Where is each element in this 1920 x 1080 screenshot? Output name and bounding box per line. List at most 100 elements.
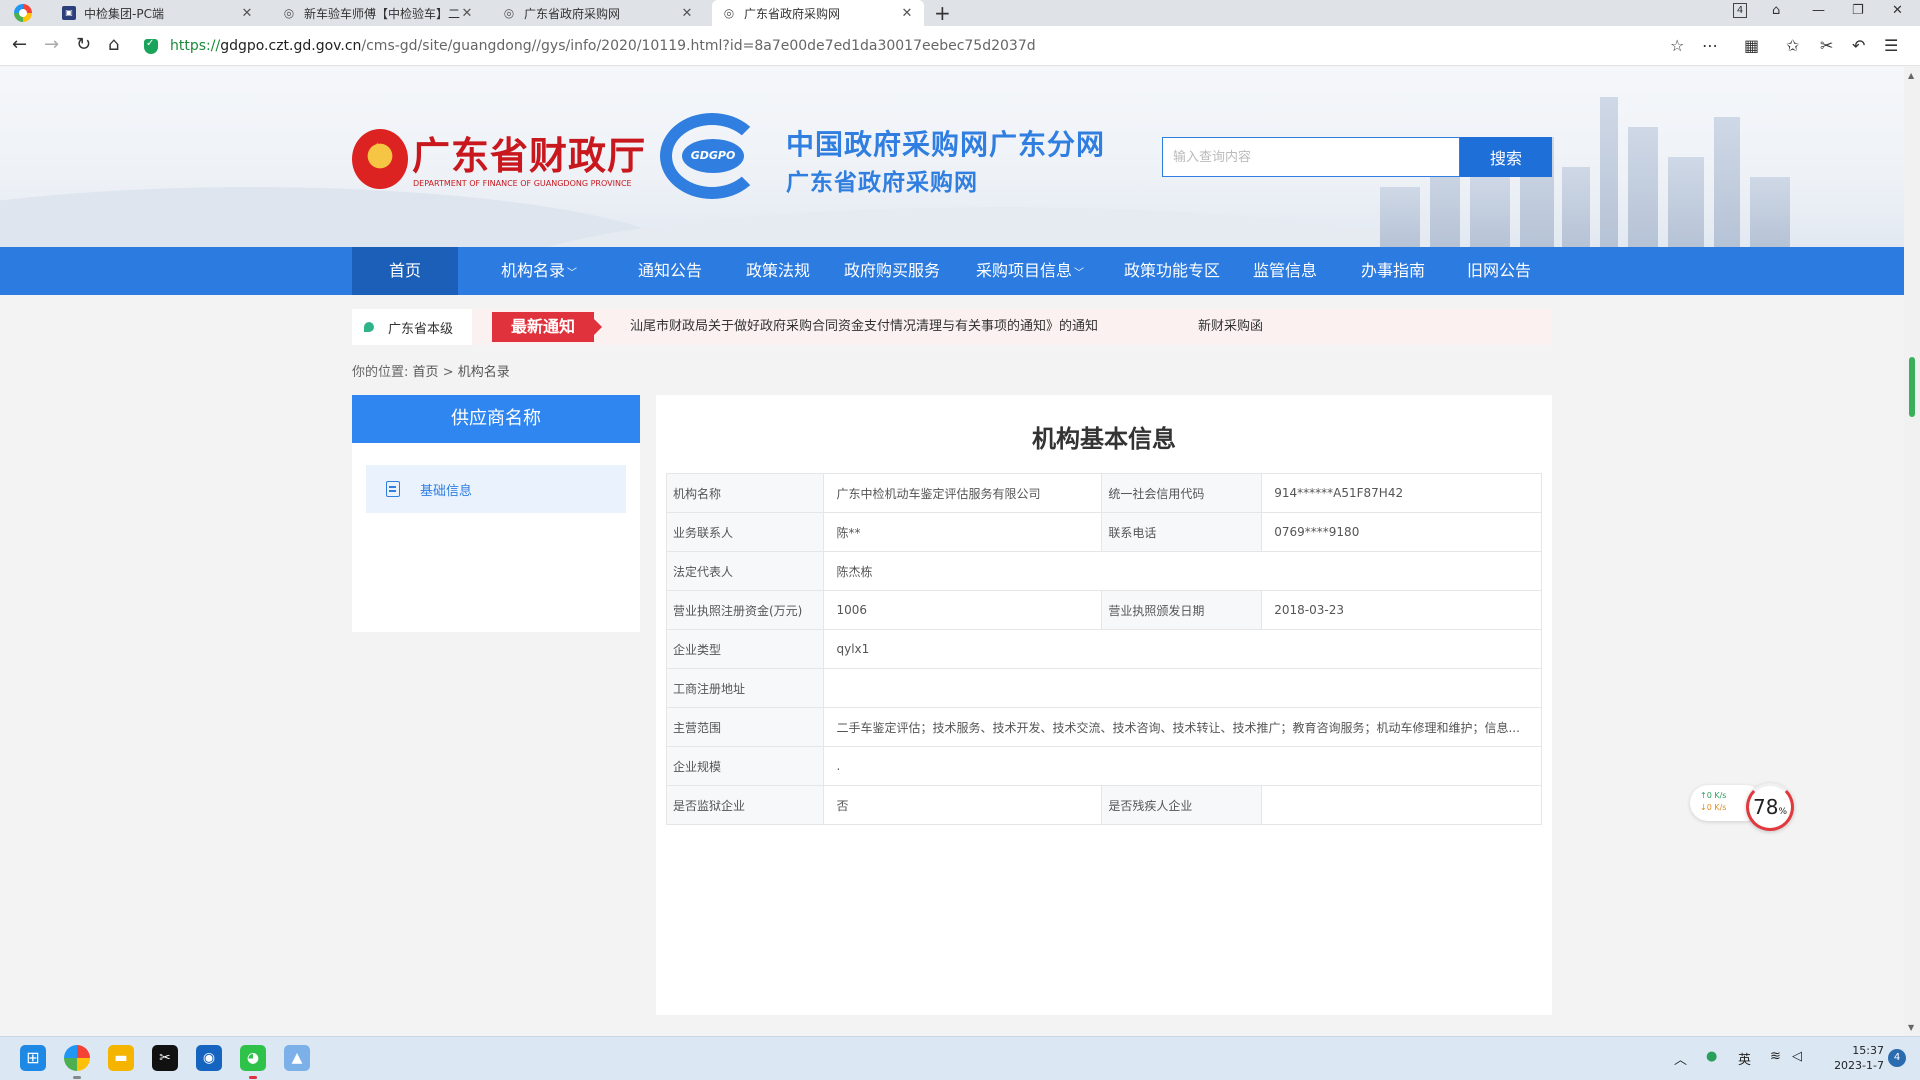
nav-gov-services[interactable]: 政府购买服务 [836, 247, 948, 295]
notice-link[interactable]: 新财采购函 [1198, 309, 1263, 345]
field-value [823, 668, 1542, 708]
location-pin-icon [364, 322, 374, 332]
tab-new-car-inspection[interactable]: ◎ 新车验车师傅【中检验车】二 ✕ [272, 0, 484, 26]
nav-old-notices[interactable]: 旧网公告 [1456, 247, 1542, 295]
secure-shield-icon [144, 38, 158, 54]
restore-icon[interactable]: ❐ [1852, 3, 1864, 18]
field-label: 企业类型 [665, 629, 825, 669]
nav-notices[interactable]: 通知公告 [620, 247, 720, 295]
new-tab-button[interactable]: + [934, 1, 951, 25]
close-window-icon[interactable]: ✕ [1892, 3, 1903, 18]
memory-gauge[interactable]: 78% [1746, 783, 1794, 831]
table-row: 是否监狱企业 否 是否残疾人企业 [665, 785, 1542, 825]
star-icon[interactable]: ☆ [1670, 36, 1684, 55]
chevron-up-icon[interactable]: ︿ [1674, 1049, 1687, 1068]
nav-label: 政府购买服务 [843, 261, 940, 280]
nav-label: 监管信息 [1252, 261, 1317, 280]
document-icon [386, 481, 400, 497]
capcut-icon[interactable]: ✂ [152, 1045, 178, 1071]
field-value: 914******A51F87H42 [1261, 473, 1542, 513]
security-icon[interactable]: ● [1706, 1049, 1717, 1064]
windows-start-icon[interactable]: ⊞ [20, 1045, 46, 1071]
breadcrumb-separator: > [442, 365, 454, 380]
nav-label: 通知公告 [637, 261, 702, 280]
search-button[interactable]: 搜索 [1460, 137, 1552, 177]
field-value: 广东中检机动车鉴定评估服务有限公司 [823, 473, 1103, 513]
globe-icon: ◎ [503, 6, 515, 20]
undo-icon[interactable]: ↶ [1852, 36, 1865, 55]
favorites-icon[interactable]: ✩ [1786, 36, 1799, 55]
apps-grid-icon[interactable]: ▦ [1744, 36, 1759, 55]
close-icon[interactable]: ✕ [460, 6, 474, 21]
field-label: 机构名称 [665, 473, 825, 513]
system-clock[interactable]: 15:37 2023-1-7 [1820, 1043, 1884, 1073]
city-building [1562, 167, 1590, 247]
field-value: 陈** [823, 512, 1103, 552]
nav-home[interactable]: 首页 [352, 247, 458, 295]
tab-zhongjian-pc[interactable]: ▣ 中检集团-PC端 ✕ [52, 0, 264, 26]
nav-policy-zone[interactable]: 政策功能专区 [1112, 247, 1232, 295]
notice-link[interactable]: 汕尾市财政局关于做好政府采购合同资金支付情况清理与有关事项的通知》的通知 [630, 309, 1098, 345]
gdgpo-logo[interactable]: GDGPO [660, 113, 764, 199]
close-icon[interactable]: ✕ [900, 6, 914, 21]
scrollbar-thumb[interactable] [1909, 357, 1915, 417]
nav-policies[interactable]: 政策法规 [728, 247, 828, 295]
field-label: 是否监狱企业 [665, 785, 825, 825]
department-title: 广东省财政厅 [412, 133, 647, 178]
field-label: 营业执照注册资金(万元) [665, 590, 825, 630]
search-input[interactable] [1162, 137, 1460, 177]
nav-procurement-info[interactable]: 采购项目信息 ﹀ [962, 247, 1098, 295]
wechat-icon[interactable]: ◕ [240, 1045, 266, 1071]
city-building [1380, 187, 1420, 247]
field-label: 联系电话 [1101, 512, 1263, 552]
sidebar-item-basic-info[interactable]: 基础信息 [366, 465, 626, 513]
nav-label: 政策法规 [745, 261, 810, 280]
notification-badge[interactable]: 4 [1888, 1049, 1906, 1067]
network-speed-widget[interactable]: ↑0 K/s ↓0 K/s 78% [1690, 783, 1800, 831]
url-field[interactable]: https://gdgpo.czt.gd.gov.cn/cms-gd/site/… [144, 32, 1654, 60]
nav-directory[interactable]: 机构名录 ﹀ [476, 247, 602, 295]
home-icon[interactable]: ⌂ [108, 35, 119, 55]
ime-indicator[interactable]: 英 [1738, 1049, 1751, 1068]
tools-icon[interactable]: ✂ [1820, 36, 1833, 55]
nav-label: 首页 [388, 261, 421, 280]
menu-icon[interactable]: ☰ [1884, 36, 1898, 55]
browser-logo-icon[interactable] [14, 4, 32, 22]
tab-gdgpo-active[interactable]: ◎ 广东省政府采购网 ✕ [712, 0, 924, 26]
nav-guide[interactable]: 办事指南 [1350, 247, 1436, 295]
minimize-icon[interactable]: — [1812, 3, 1825, 18]
file-explorer-icon[interactable]: ▬ [108, 1045, 134, 1071]
breadcrumb-current-link[interactable]: 机构名录 [458, 365, 510, 380]
shirt-icon[interactable]: ⌂ [1772, 3, 1780, 18]
table-row: 企业类型 qylx1 [665, 629, 1542, 669]
tab-title: 广东省政府采购网 [744, 6, 841, 21]
tab-title: 中检集团-PC端 [84, 6, 164, 21]
forward-arrow-icon[interactable]: → [44, 35, 59, 55]
info-table: 机构名称 广东中检机动车鉴定评估服务有限公司 统一社会信用代码 914*****… [665, 473, 1542, 825]
field-value: 否 [823, 785, 1103, 825]
scroll-up-icon[interactable]: ▲ [1908, 71, 1914, 80]
back-arrow-icon[interactable]: ← [12, 35, 27, 55]
photos-icon[interactable]: ▲ [284, 1045, 310, 1071]
region-selector[interactable]: 广东省本级 [352, 309, 472, 345]
app-icon[interactable]: ◉ [196, 1045, 222, 1071]
nav-supervision[interactable]: 监管信息 [1242, 247, 1328, 295]
browser-app-icon[interactable] [64, 1045, 90, 1071]
wifi-icon[interactable]: ≋ [1770, 1049, 1781, 1064]
reload-icon[interactable]: ↻ [76, 35, 91, 55]
running-indicator [73, 1076, 81, 1079]
vertical-scrollbar[interactable]: ▲ ▼ [1904, 67, 1920, 1036]
field-label: 工商注册地址 [665, 668, 825, 708]
breadcrumb-home-link[interactable]: 首页 [413, 365, 439, 380]
volume-icon[interactable]: ◁ [1792, 1049, 1802, 1064]
more-icon[interactable]: ⋯ [1702, 36, 1718, 55]
tab-count-badge[interactable]: 4 [1733, 3, 1747, 18]
national-emblem-icon: ★ [352, 129, 408, 189]
page-viewport: ★ 广东省财政厅 DEPARTMENT OF FINANCE OF GUANGD… [0, 67, 1904, 1036]
close-icon[interactable]: ✕ [240, 6, 254, 21]
browser-tab-bar: ▣ 中检集团-PC端 ✕ ◎ 新车验车师傅【中检验车】二 ✕ ◎ 广东省政府采购… [0, 0, 1920, 26]
field-value: . [823, 746, 1542, 786]
tab-gdgpo-1[interactable]: ◎ 广东省政府采购网 ✕ [492, 0, 704, 26]
close-icon[interactable]: ✕ [680, 6, 694, 21]
scroll-down-icon[interactable]: ▼ [1908, 1023, 1914, 1032]
